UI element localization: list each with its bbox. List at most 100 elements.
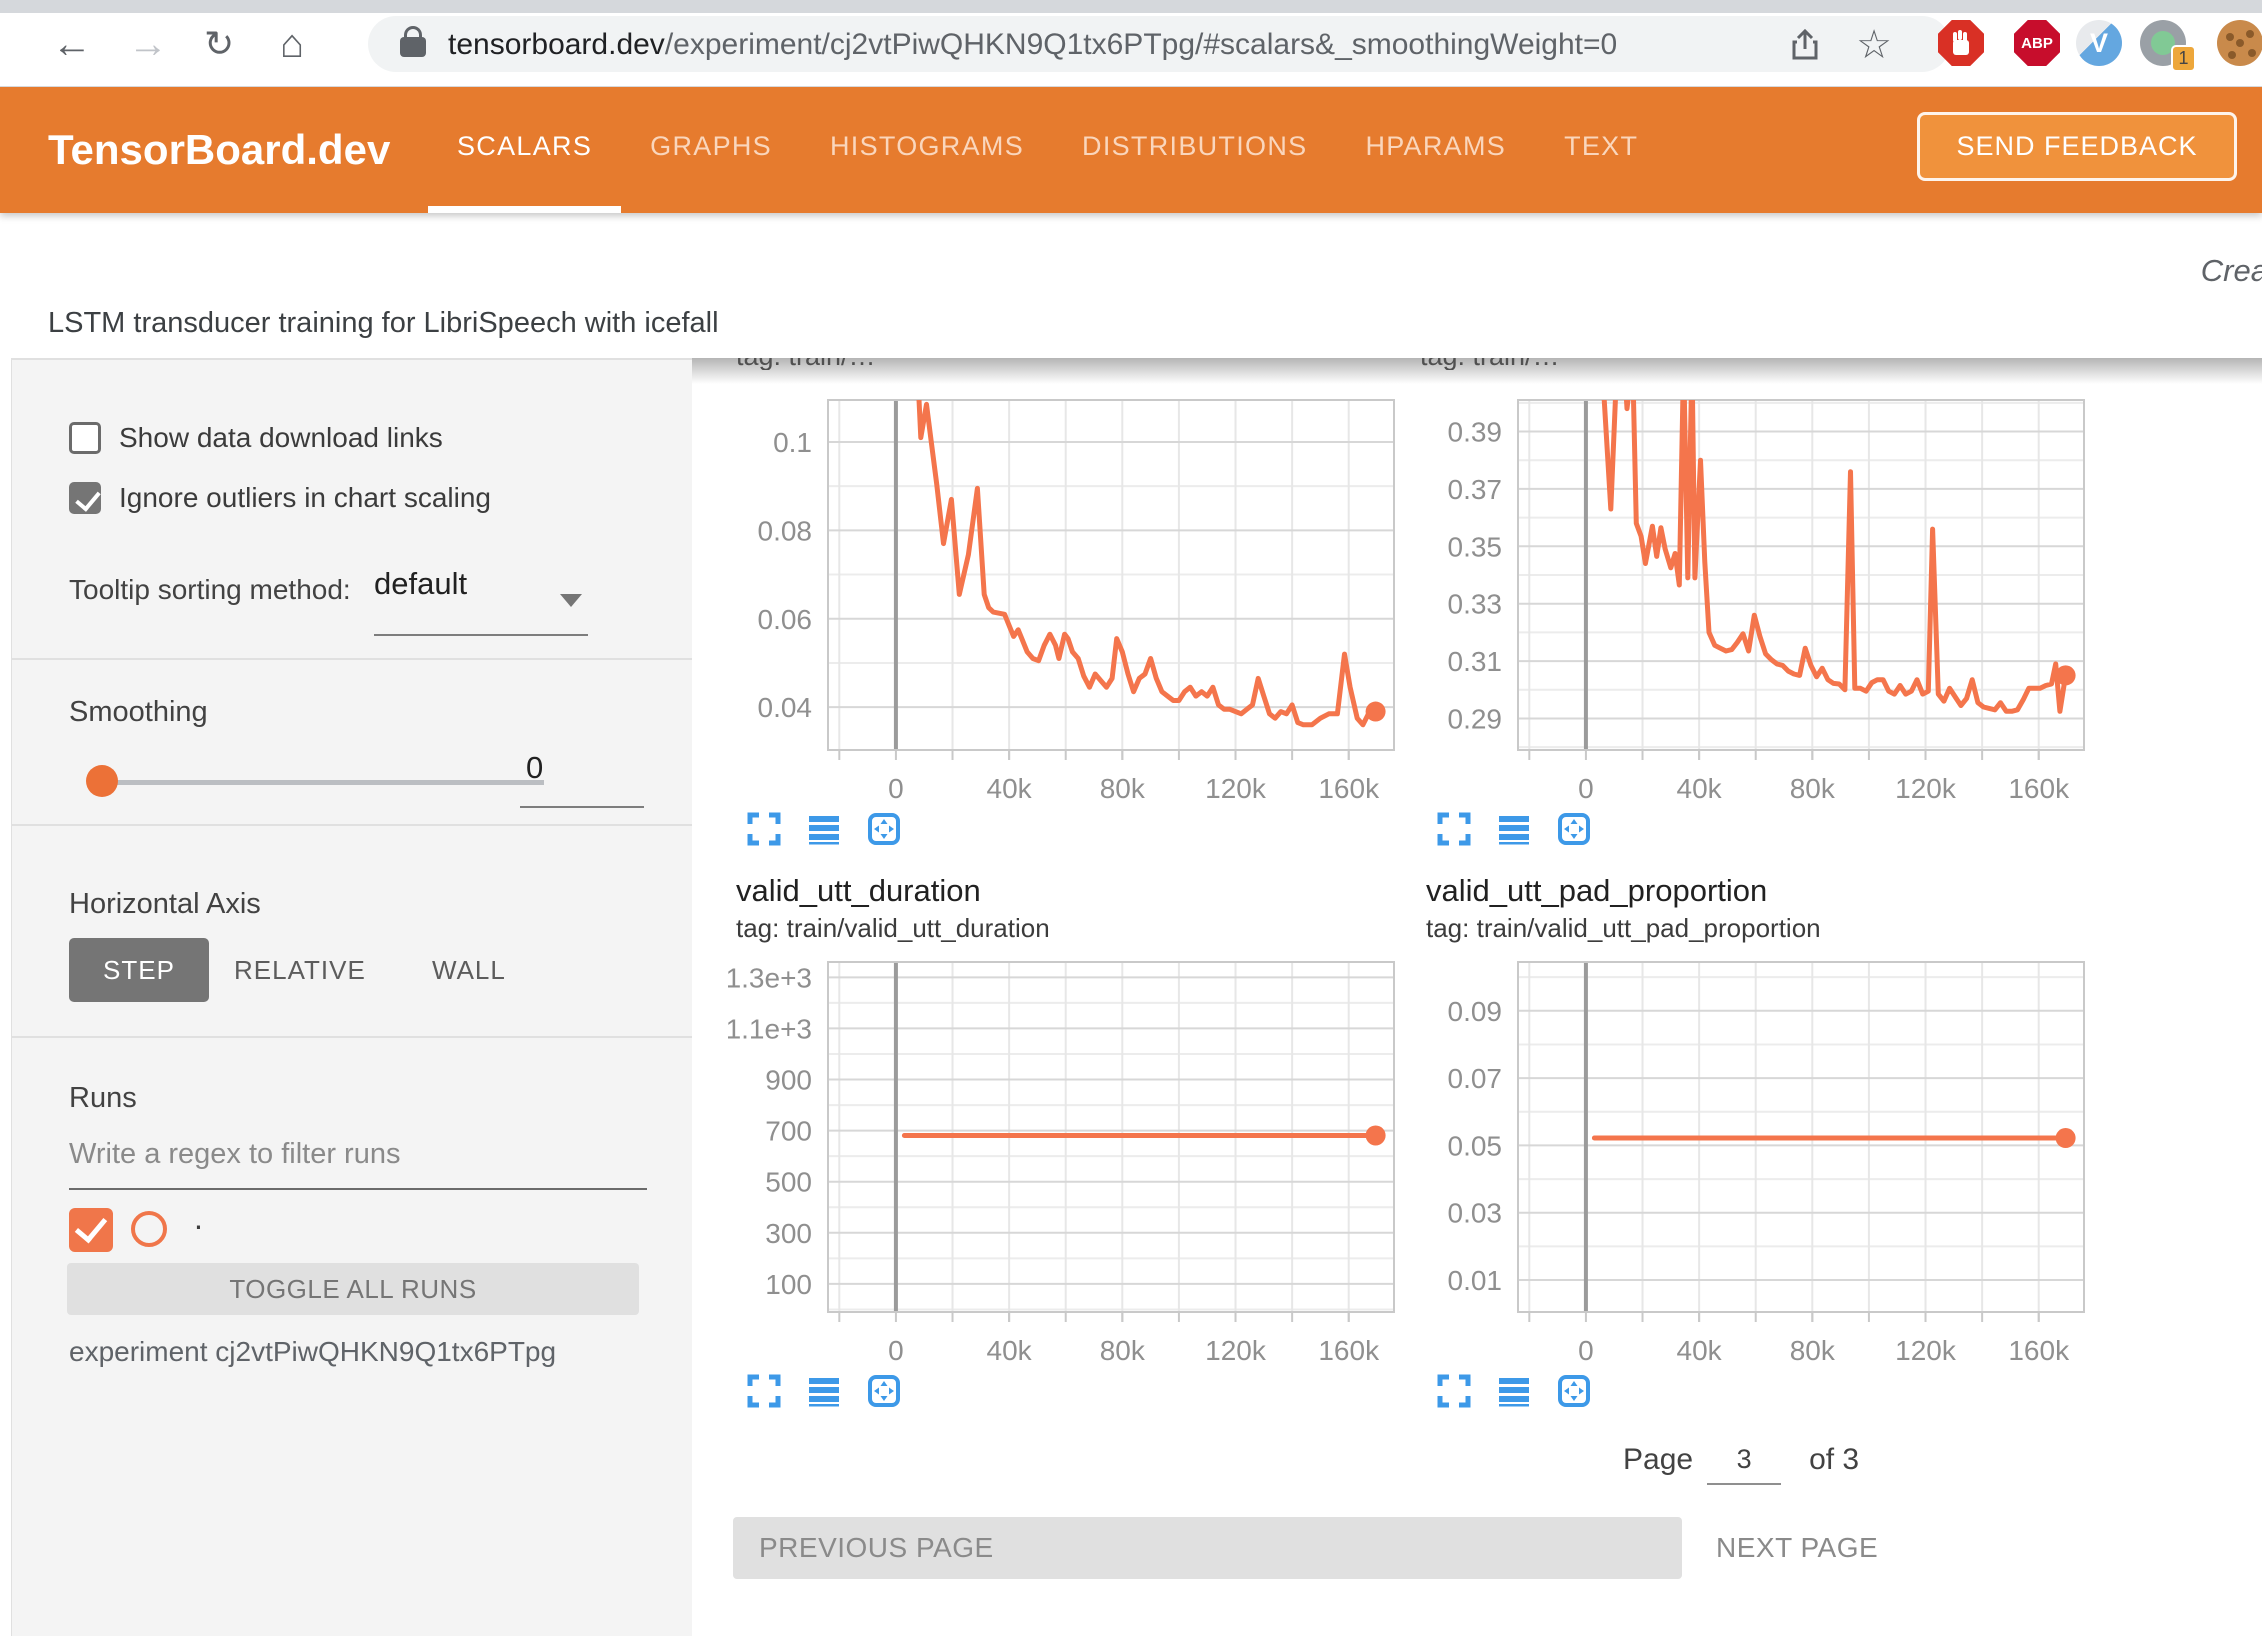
chevron-down-icon[interactable] xyxy=(560,594,582,607)
fit-domain-icon[interactable] xyxy=(1556,1373,1592,1409)
ignore-outliers-checkbox-row[interactable]: Ignore outliers in chart scaling xyxy=(69,482,491,514)
page-label: Page xyxy=(1623,1443,1693,1477)
run-color-swatch xyxy=(131,1211,167,1247)
chart-title: valid_utt_pad_proportion xyxy=(1426,873,2108,909)
previous-page-button[interactable]: PREVIOUS PAGE xyxy=(733,1517,1682,1579)
svg-text:0: 0 xyxy=(1578,773,1594,802)
tab-distributions[interactable]: DISTRIBUTIONS xyxy=(1053,87,1336,213)
last-point-dot xyxy=(2056,665,2076,685)
share-icon[interactable] xyxy=(1788,28,1822,67)
browser-chrome: ← → ↻ ⌂ tensorboard.dev/experiment/cj2vt… xyxy=(0,0,2262,87)
tab-graphs[interactable]: GRAPHS xyxy=(621,87,801,213)
runs-label: Runs xyxy=(69,1082,137,1115)
line-chart[interactable]: 0.010.030.050.070.09040k80k120k160k xyxy=(1418,954,2108,1364)
browser-tab-strip xyxy=(0,0,2262,13)
expand-card-icon[interactable] xyxy=(746,1373,782,1409)
smoothing-slider[interactable] xyxy=(102,780,544,785)
profile-extension-icon[interactable]: 1 xyxy=(2140,20,2186,66)
line-chart[interactable]: 1003005007009001.1e+31.3e+3040k80k120k16… xyxy=(728,954,1418,1364)
charts-panel: tag: train/… tag: train/… 0.040.060.080.… xyxy=(692,358,2262,1636)
reload-icon[interactable]: ↻ xyxy=(204,18,234,70)
axis-relative-button[interactable]: RELATIVE xyxy=(234,938,366,1002)
divider xyxy=(12,658,692,660)
experiment-title: LSTM transducer training for LibriSpeech… xyxy=(48,307,719,340)
svg-text:80k: 80k xyxy=(1100,1335,1146,1364)
fit-domain-icon[interactable] xyxy=(1556,811,1592,847)
fit-domain-icon[interactable] xyxy=(866,1373,902,1409)
toggle-all-runs-button[interactable]: TOGGLE ALL RUNS xyxy=(67,1263,639,1315)
last-point-dot xyxy=(2056,1128,2076,1148)
run-checkbox[interactable] xyxy=(69,1208,113,1252)
adblock-extension-icon[interactable] xyxy=(1938,20,1984,66)
svg-text:700: 700 xyxy=(765,1116,812,1147)
back-icon[interactable]: ← xyxy=(52,18,92,70)
app-logo: TensorBoard.dev xyxy=(48,87,390,213)
tab-text[interactable]: TEXT xyxy=(1535,87,1667,213)
svg-text:0.1: 0.1 xyxy=(773,427,812,458)
toggle-log-scale-icon[interactable] xyxy=(806,1373,842,1409)
toggle-log-scale-icon[interactable] xyxy=(1496,1373,1532,1409)
next-page-button[interactable]: NEXT PAGE xyxy=(1716,1532,1878,1564)
svg-text:0.09: 0.09 xyxy=(1448,996,1503,1027)
smoothing-label: Smoothing xyxy=(69,696,208,729)
svg-text:100: 100 xyxy=(765,1269,812,1300)
page-number-input[interactable] xyxy=(1707,1444,1781,1485)
chart-toolbar xyxy=(746,1373,1418,1409)
extension-badge: 1 xyxy=(2171,45,2196,72)
runs-filter-input[interactable]: Write a regex to filter runs xyxy=(69,1138,400,1171)
svg-text:160k: 160k xyxy=(1318,1335,1380,1364)
home-icon[interactable]: ⌂ xyxy=(280,18,304,70)
url-bar[interactable]: tensorboard.dev/experiment/cj2vtPiwQHKN9… xyxy=(368,16,1950,72)
last-point-dot xyxy=(1366,702,1386,722)
vimium-extension-icon[interactable]: V xyxy=(2076,20,2122,66)
clipped-tag-left: tag: train/… xyxy=(736,358,876,370)
forward-icon[interactable]: → xyxy=(128,18,168,70)
show-download-links-checkbox-row[interactable]: Show data download links xyxy=(69,422,443,454)
checkbox-checked-icon[interactable] xyxy=(69,482,101,514)
checkbox-unchecked-icon[interactable] xyxy=(69,422,101,454)
line-chart[interactable]: 0.040.060.080.1040k80k120k160k xyxy=(728,392,1418,802)
fit-domain-icon[interactable] xyxy=(866,811,902,847)
checkbox-label: Ignore outliers in chart scaling xyxy=(119,482,491,514)
chart-card: 0.040.060.080.1040k80k120k160k xyxy=(728,392,1418,847)
chart-toolbar xyxy=(746,811,1418,847)
url-path: /experiment/cj2vtPiwQHKN9Q1tx6PTpg/#scal… xyxy=(665,28,1617,61)
svg-text:40k: 40k xyxy=(987,1335,1033,1364)
svg-text:0.04: 0.04 xyxy=(758,692,813,723)
toggle-log-scale-icon[interactable] xyxy=(1496,811,1532,847)
svg-text:0: 0 xyxy=(888,773,904,802)
svg-text:0.08: 0.08 xyxy=(758,515,813,546)
app-header: TensorBoard.dev SCALARS GRAPHS HISTOGRAM… xyxy=(0,87,2262,213)
svg-text:0.37: 0.37 xyxy=(1448,474,1503,505)
created-text-partial: Crea xyxy=(2201,253,2262,289)
svg-text:0: 0 xyxy=(888,1335,904,1364)
axis-step-button[interactable]: STEP xyxy=(69,938,209,1002)
line-chart[interactable]: 0.290.310.330.350.370.39040k80k120k160k xyxy=(1418,392,2108,802)
svg-text:160k: 160k xyxy=(1318,773,1380,802)
tooltip-sort-select[interactable]: default xyxy=(374,566,467,602)
svg-text:160k: 160k xyxy=(2008,1335,2070,1364)
svg-text:80k: 80k xyxy=(1100,773,1146,802)
clipped-chart-headers: tag: train/… tag: train/… xyxy=(728,358,2262,370)
tab-histograms[interactable]: HISTOGRAMS xyxy=(801,87,1053,213)
toggle-log-scale-icon[interactable] xyxy=(806,811,842,847)
subheader: Crea LSTM transducer training for LibriS… xyxy=(0,213,2262,358)
tab-scalars[interactable]: SCALARS xyxy=(428,87,621,213)
expand-card-icon[interactable] xyxy=(1436,811,1472,847)
expand-card-icon[interactable] xyxy=(746,811,782,847)
smoothing-slider-thumb[interactable] xyxy=(86,765,118,797)
bookmark-star-icon[interactable]: ☆ xyxy=(1856,22,1892,68)
last-point-dot xyxy=(1366,1125,1386,1145)
url-text[interactable]: tensorboard.dev/experiment/cj2vtPiwQHKN9… xyxy=(448,28,1617,62)
axis-wall-button[interactable]: WALL xyxy=(432,938,506,1002)
svg-text:120k: 120k xyxy=(1895,1335,1957,1364)
svg-text:1.1e+3: 1.1e+3 xyxy=(728,1013,812,1044)
cookie-icon[interactable] xyxy=(2217,20,2262,66)
tab-hparams[interactable]: HPARAMS xyxy=(1336,87,1535,213)
send-feedback-button[interactable]: SEND FEEDBACK xyxy=(1917,112,2237,181)
svg-text:0.01: 0.01 xyxy=(1448,1265,1503,1296)
abp-extension-icon[interactable]: ABP xyxy=(2014,20,2060,66)
svg-text:0: 0 xyxy=(1578,1335,1594,1364)
expand-card-icon[interactable] xyxy=(1436,1373,1472,1409)
smoothing-value[interactable]: 0 xyxy=(526,750,543,786)
